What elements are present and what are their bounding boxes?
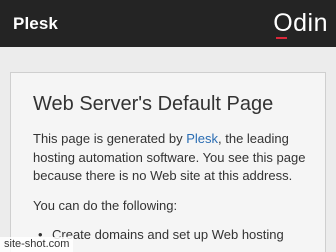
default-page-panel: Web Server's Default Page This page is g… <box>10 72 326 252</box>
intro-text-before: This page is generated by <box>33 131 187 146</box>
page-title: Web Server's Default Page <box>33 93 274 115</box>
list-item-text: Create domains and set up Web hosting <box>52 227 284 242</box>
intro-paragraph: This page is generated by Plesk, the lea… <box>33 130 312 186</box>
top-bar: Plesk Odin <box>0 0 336 47</box>
list-item: • Create domains and set up Web hosting <box>38 226 312 244</box>
action-prompt: You can do the following: <box>33 197 178 213</box>
odin-logo[interactable]: Odin <box>273 9 328 39</box>
odin-logo-text: Odin <box>273 9 328 37</box>
brand-name[interactable]: Plesk <box>13 14 58 34</box>
watermark: site-shot.com <box>0 237 74 252</box>
odin-logo-accent <box>276 37 288 39</box>
plesk-link[interactable]: Plesk <box>186 131 218 146</box>
